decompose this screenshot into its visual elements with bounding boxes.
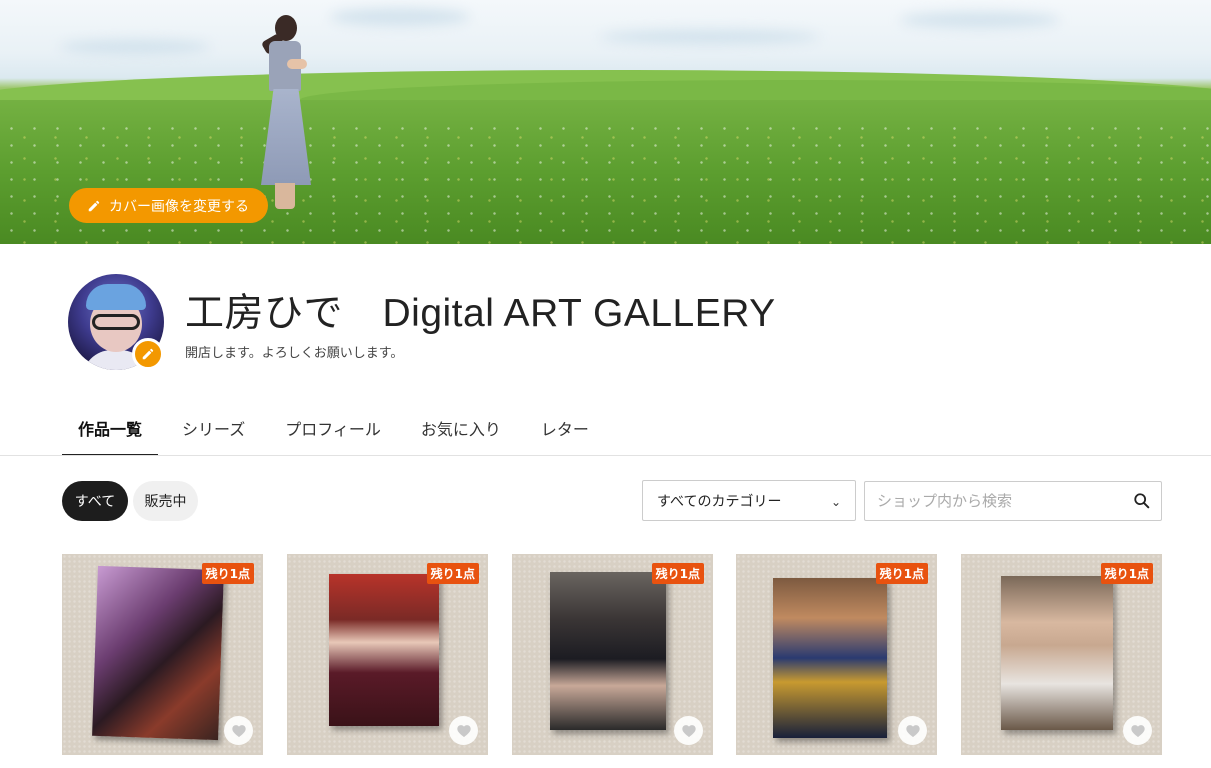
pencil-icon bbox=[88, 200, 100, 211]
favorite-button[interactable] bbox=[898, 716, 927, 745]
chevron-down-icon: ⌄ bbox=[830, 495, 841, 509]
product-image bbox=[550, 572, 666, 730]
product-image bbox=[773, 578, 887, 738]
search-input[interactable] bbox=[865, 482, 1115, 520]
heart-icon bbox=[1130, 725, 1145, 738]
heart-icon bbox=[456, 725, 471, 738]
search-icon[interactable] bbox=[1133, 492, 1151, 510]
shop-description: 開店します。よろしくお願いします。 bbox=[185, 346, 404, 361]
heart-icon bbox=[231, 725, 246, 738]
stock-badge: 残り1点 bbox=[875, 563, 928, 584]
shop-title: 工房ひで Digital ART GALLERY bbox=[185, 292, 776, 335]
stock-badge: 残り1点 bbox=[201, 563, 254, 584]
filter-all-chip[interactable]: すべて bbox=[62, 481, 128, 521]
product-image bbox=[1001, 576, 1113, 730]
product-card[interactable]: 残り1点 bbox=[736, 554, 937, 755]
product-card[interactable]: 残り1点 bbox=[62, 554, 263, 755]
shop-search bbox=[864, 481, 1162, 521]
heart-icon bbox=[905, 725, 920, 738]
edit-avatar-button[interactable] bbox=[132, 338, 164, 370]
filter-on-sale-chip[interactable]: 販売中 bbox=[133, 481, 198, 521]
shop-tabs: 作品一覧 シリーズ プロフィール お気に入り レター bbox=[62, 404, 613, 456]
tab-profile[interactable]: プロフィール bbox=[269, 404, 397, 456]
pencil-icon bbox=[142, 348, 154, 360]
product-card[interactable]: 残り1点 bbox=[961, 554, 1162, 755]
favorite-button[interactable] bbox=[674, 716, 703, 745]
tab-works[interactable]: 作品一覧 bbox=[62, 404, 159, 456]
favorite-button[interactable] bbox=[1123, 716, 1152, 745]
favorite-button[interactable] bbox=[224, 716, 253, 745]
product-card[interactable]: 残り1点 bbox=[512, 554, 713, 755]
change-cover-button[interactable]: カバー画像を変更する bbox=[69, 188, 268, 223]
tab-letter[interactable]: レター bbox=[525, 404, 605, 456]
change-cover-label: カバー画像を変更する bbox=[109, 197, 249, 214]
stock-badge: 残り1点 bbox=[651, 563, 704, 584]
product-image bbox=[92, 565, 224, 741]
stock-badge: 残り1点 bbox=[426, 563, 479, 584]
heart-icon bbox=[681, 725, 696, 738]
tab-favorites[interactable]: お気に入り bbox=[405, 404, 517, 456]
category-select[interactable]: すべてのカテゴリー ⌄ bbox=[642, 480, 856, 521]
category-select-value: すべてのカテゴリー bbox=[657, 493, 782, 510]
cover-figure bbox=[255, 15, 315, 215]
product-card[interactable]: 残り1点 bbox=[287, 554, 488, 755]
product-image bbox=[329, 574, 439, 726]
favorite-button[interactable] bbox=[449, 716, 478, 745]
stock-badge: 残り1点 bbox=[1100, 563, 1153, 584]
tabs-divider bbox=[0, 455, 1211, 456]
tab-series[interactable]: シリーズ bbox=[166, 404, 261, 456]
